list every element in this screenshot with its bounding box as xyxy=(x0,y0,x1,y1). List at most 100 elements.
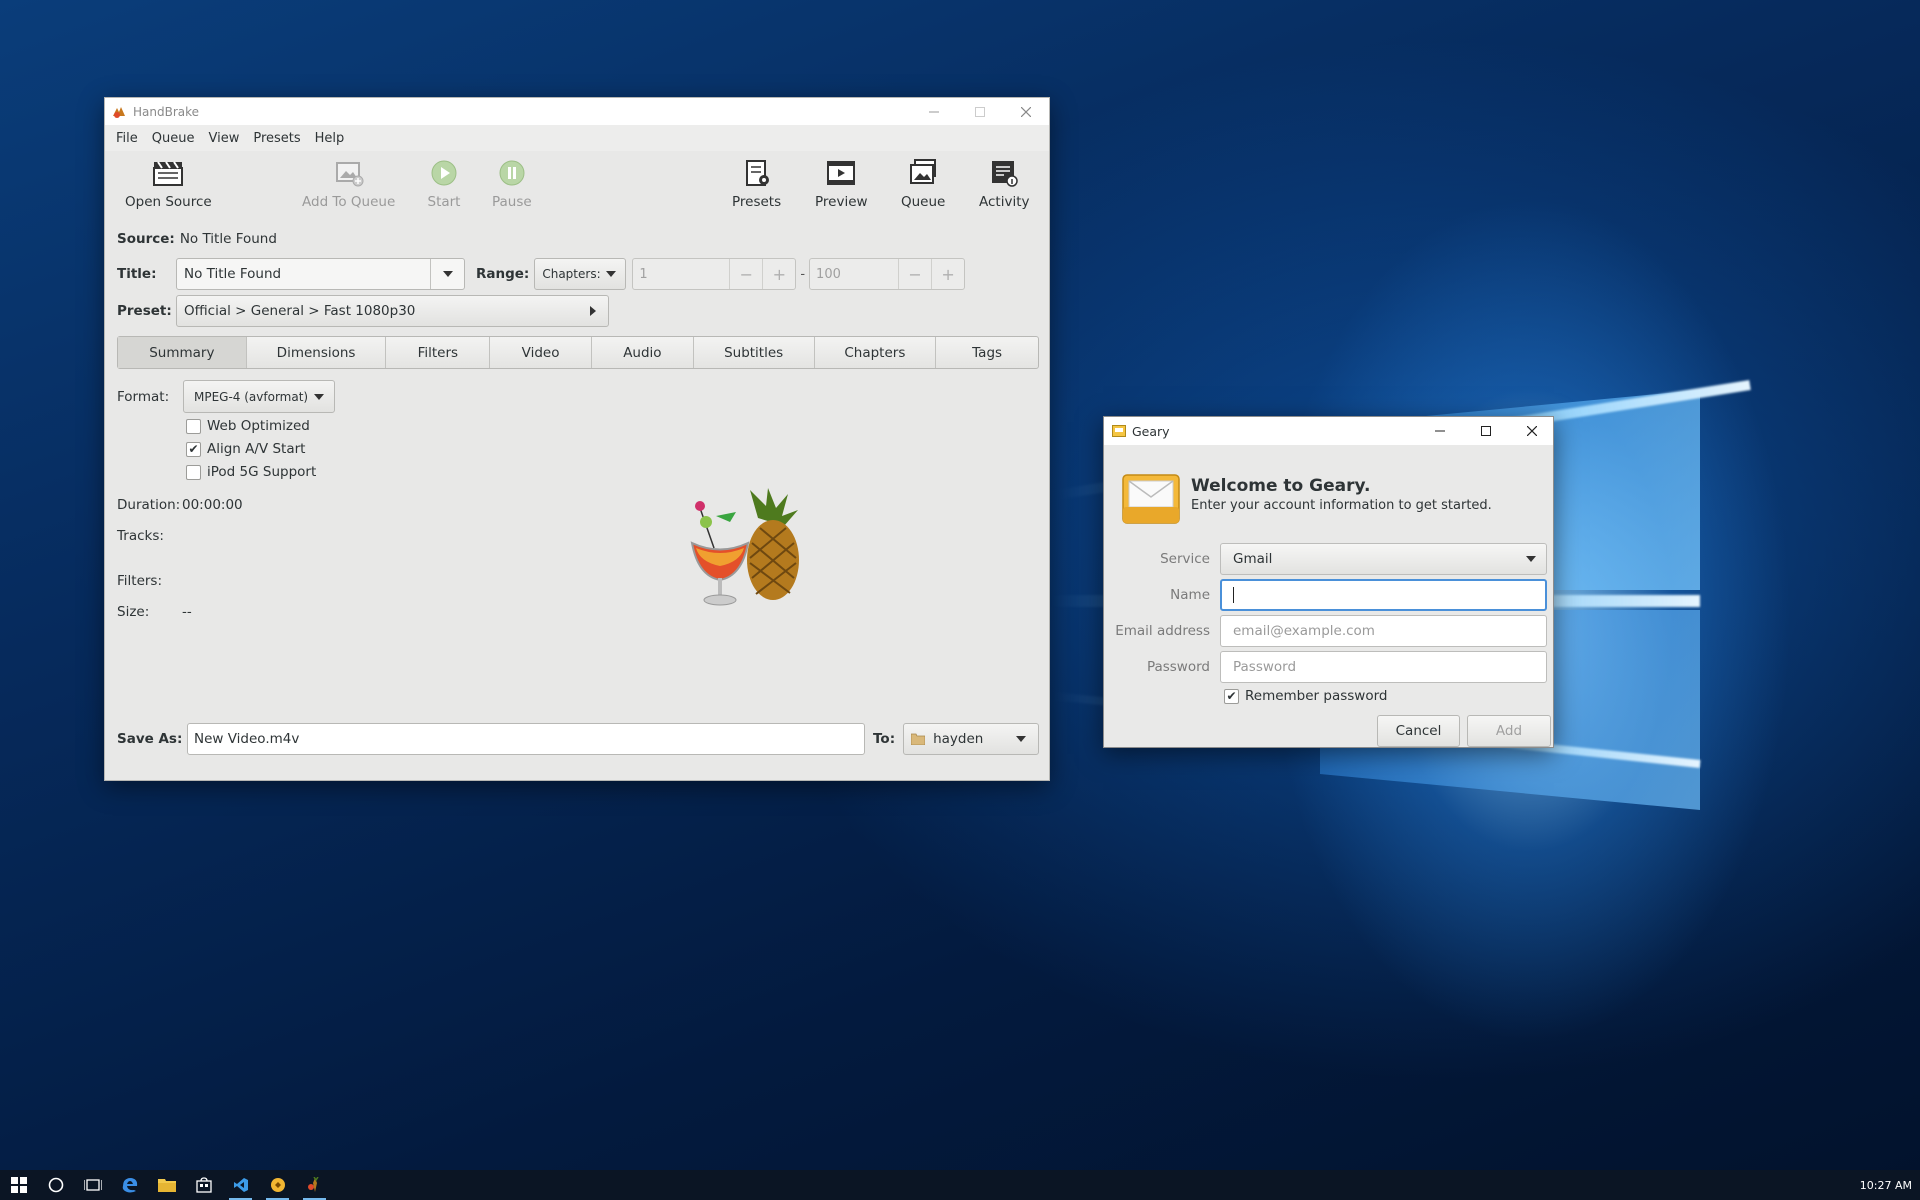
format-value: MPEG-4 (avformat) xyxy=(194,389,309,404)
preview-button[interactable]: Preview xyxy=(815,155,868,210)
start-button[interactable] xyxy=(0,1170,37,1200)
welcome-heading: Welcome to Geary. xyxy=(1191,476,1371,496)
task-view-button[interactable] xyxy=(74,1170,111,1200)
tab-dimensions[interactable]: Dimensions xyxy=(247,337,387,368)
edge-icon xyxy=(122,1178,137,1193)
add-to-queue-icon xyxy=(335,162,364,187)
duration-value: 00:00:00 xyxy=(182,497,243,513)
geary-maximize-button[interactable] xyxy=(1463,417,1509,445)
plus-icon[interactable]: + xyxy=(762,259,795,289)
service-value: Gmail xyxy=(1233,551,1273,567)
chevron-right-icon xyxy=(590,306,596,316)
handbrake-taskbar-button[interactable] xyxy=(296,1170,333,1200)
add-account-button[interactable]: Add xyxy=(1467,715,1551,747)
geary-window-title: Geary xyxy=(1132,423,1170,439)
menu-help[interactable]: Help xyxy=(308,131,352,146)
filters-row: Filters: xyxy=(117,573,162,589)
geary-taskbar-icon xyxy=(270,1178,285,1192)
range-end-value[interactable]: 100 xyxy=(810,267,898,282)
range-label: Range: xyxy=(476,266,530,282)
geary-titlebar[interactable]: Geary xyxy=(1104,417,1553,445)
name-input[interactable] xyxy=(1220,579,1547,611)
email-input[interactable]: email@example.com xyxy=(1220,615,1547,647)
destination-folder-dropdown[interactable]: hayden xyxy=(903,723,1040,755)
geary-close-button[interactable] xyxy=(1509,417,1555,445)
open-source-button[interactable]: Open Source xyxy=(125,155,212,210)
minimize-button[interactable] xyxy=(911,98,957,125)
maximize-button[interactable] xyxy=(957,98,1003,125)
duration-label: Duration: xyxy=(117,497,181,513)
window-title: HandBrake xyxy=(133,104,200,119)
tab-filters[interactable]: Filters xyxy=(386,337,491,368)
tab-video[interactable]: Video xyxy=(490,337,592,368)
taskbar: 10:27 AM xyxy=(0,1170,1920,1200)
web-optimized-row[interactable]: Web Optimized xyxy=(186,418,310,434)
tab-tags[interactable]: Tags xyxy=(936,337,1038,368)
presets-button[interactable]: Presets xyxy=(732,155,781,210)
mail-inbox-icon xyxy=(1122,474,1180,524)
size-label: Size: xyxy=(117,604,150,620)
pause-button[interactable]: Pause xyxy=(492,155,532,210)
align-av-checkbox[interactable]: ✔ xyxy=(186,441,201,457)
ipod-row[interactable]: iPod 5G Support xyxy=(186,464,316,480)
align-av-row[interactable]: ✔ Align A/V Start xyxy=(186,441,305,457)
title-dropdown-toggle[interactable] xyxy=(430,259,464,289)
handbrake-titlebar[interactable]: HandBrake xyxy=(105,98,1049,125)
preset-value: Official > General > Fast 1080p30 xyxy=(184,303,416,319)
tab-chapters[interactable]: Chapters xyxy=(815,337,937,368)
range-mode-dropdown[interactable]: Chapters: xyxy=(534,258,627,290)
web-optimized-checkbox[interactable] xyxy=(186,418,201,434)
cancel-button[interactable]: Cancel xyxy=(1377,715,1460,747)
store-bag-icon xyxy=(195,1177,212,1193)
menu-presets[interactable]: Presets xyxy=(246,131,307,146)
windows-logo-icon xyxy=(10,1177,27,1193)
service-dropdown[interactable]: Gmail xyxy=(1220,543,1547,575)
geary-taskbar-button[interactable] xyxy=(259,1170,296,1200)
remember-password-row[interactable]: ✔ Remember password xyxy=(1224,688,1388,704)
format-label: Format: xyxy=(117,388,170,405)
queue-button[interactable]: Queue xyxy=(901,155,945,210)
minimize-icon xyxy=(929,111,939,112)
menu-file[interactable]: File xyxy=(109,131,145,146)
clapperboard-icon xyxy=(153,161,184,186)
title-dropdown[interactable]: No Title Found xyxy=(176,258,465,290)
minus-icon[interactable]: − xyxy=(729,259,762,289)
close-button[interactable] xyxy=(1003,98,1049,125)
range-end-spinner[interactable]: 100 − + xyxy=(809,258,966,290)
tracks-row: Tracks: xyxy=(117,528,164,544)
range-start-spinner[interactable]: 1 − + xyxy=(632,258,797,290)
close-icon xyxy=(1021,106,1031,117)
save-as-input[interactable]: New Video.m4v xyxy=(187,723,865,755)
title-dropdown-value: No Title Found xyxy=(184,266,282,282)
range-start-value[interactable]: 1 xyxy=(633,267,729,282)
cortana-button[interactable] xyxy=(37,1170,74,1200)
plus-icon[interactable]: + xyxy=(931,259,964,289)
add-to-queue-button[interactable]: Add To Queue xyxy=(302,155,395,210)
preset-selector[interactable]: Official > General > Fast 1080p30 xyxy=(176,295,609,327)
start-button[interactable]: Start xyxy=(426,155,462,210)
activity-button[interactable]: Activity xyxy=(979,155,1030,210)
tab-summary[interactable]: Summary xyxy=(118,337,247,368)
size-value: -- xyxy=(182,604,192,620)
menu-view[interactable]: View xyxy=(201,131,246,146)
settings-tabs: Summary Dimensions Filters Video Audio S… xyxy=(117,336,1039,369)
file-explorer-taskbar-button[interactable] xyxy=(148,1170,185,1200)
tab-subtitles[interactable]: Subtitles xyxy=(694,337,815,368)
format-dropdown[interactable]: MPEG-4 (avformat) xyxy=(183,380,335,413)
add-to-queue-label: Add To Queue xyxy=(302,194,396,210)
web-optimized-label: Web Optimized xyxy=(207,418,310,434)
taskbar-clock[interactable]: 10:27 AM xyxy=(1860,1170,1912,1200)
folder-icon xyxy=(157,1179,176,1192)
menu-queue[interactable]: Queue xyxy=(145,131,202,146)
minus-icon[interactable]: − xyxy=(898,259,931,289)
vscode-taskbar-button[interactable] xyxy=(222,1170,259,1200)
remember-password-checkbox[interactable]: ✔ xyxy=(1224,688,1239,704)
tab-audio[interactable]: Audio xyxy=(592,337,694,368)
edge-taskbar-button[interactable] xyxy=(111,1170,148,1200)
ipod-checkbox[interactable] xyxy=(186,464,201,480)
store-taskbar-button[interactable] xyxy=(185,1170,222,1200)
welcome-subtitle: Enter your account information to get st… xyxy=(1191,498,1492,513)
geary-minimize-button[interactable] xyxy=(1417,417,1463,445)
password-input[interactable]: Password xyxy=(1220,651,1547,683)
open-source-label: Open Source xyxy=(125,194,212,210)
